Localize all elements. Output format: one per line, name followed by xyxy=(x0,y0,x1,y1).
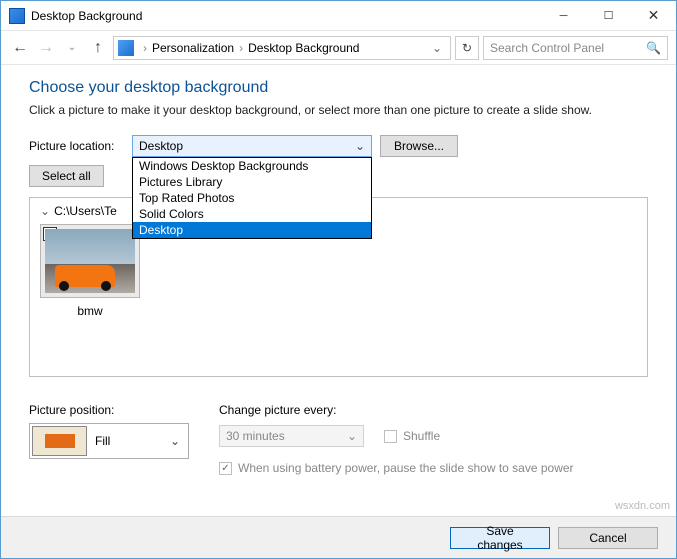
battery-checkbox: ✓ xyxy=(219,462,232,475)
page-description: Click a picture to make it your desktop … xyxy=(29,103,648,117)
title-bar: Desktop Background ─ ☐ ✕ xyxy=(1,1,676,31)
thumbnail-image xyxy=(45,229,135,293)
picture-thumbnail[interactable]: ✓ bmw xyxy=(40,224,140,320)
browse-button[interactable]: Browse... xyxy=(380,135,458,157)
thumbnail-label: bmw xyxy=(40,298,140,320)
breadcrumb-item[interactable]: Personalization xyxy=(152,41,234,55)
nav-bar: ← → ⌄ ↑ › Personalization › Desktop Back… xyxy=(1,31,676,65)
location-option[interactable]: Solid Colors xyxy=(133,206,371,222)
breadcrumb-item[interactable]: Desktop Background xyxy=(248,41,359,55)
location-option[interactable]: Pictures Library xyxy=(133,174,371,190)
save-changes-button[interactable]: Save changes xyxy=(450,527,550,549)
back-arrow-icon[interactable]: ← xyxy=(9,37,31,59)
forward-arrow-icon: → xyxy=(35,37,57,59)
cancel-button[interactable]: Cancel xyxy=(558,527,658,549)
shuffle-label: Shuffle xyxy=(403,429,440,443)
position-preview-icon xyxy=(32,426,87,456)
picture-position-label: Picture position: xyxy=(29,403,189,417)
chevron-right-icon: › xyxy=(140,41,150,55)
location-option-selected[interactable]: Desktop xyxy=(133,222,371,238)
watermark: wsxdn.com xyxy=(615,500,670,512)
up-arrow-icon[interactable]: ↑ xyxy=(87,37,109,59)
chevron-down-icon: ⌄ xyxy=(355,139,365,153)
location-option[interactable]: Windows Desktop Backgrounds xyxy=(133,158,371,174)
chevron-down-icon: ⌄ xyxy=(40,204,50,218)
chevron-down-icon: ⌄ xyxy=(347,429,357,443)
footer: Save changes Cancel xyxy=(1,516,676,558)
refresh-button[interactable]: ↻ xyxy=(455,36,479,60)
recent-dropdown-icon[interactable]: ⌄ xyxy=(61,37,83,59)
page-heading: Choose your desktop background xyxy=(29,79,648,97)
search-placeholder: Search Control Panel xyxy=(490,41,604,55)
search-input[interactable]: Search Control Panel 🔍 xyxy=(483,36,668,60)
picture-location-label: Picture location: xyxy=(29,139,124,153)
search-icon: 🔍 xyxy=(646,41,661,55)
picture-position-select[interactable]: Fill ⌄ xyxy=(29,423,189,459)
close-button[interactable]: ✕ xyxy=(631,1,676,30)
app-icon xyxy=(9,8,25,24)
change-interval-select: 30 minutes ⌄ xyxy=(219,425,364,447)
breadcrumb[interactable]: › Personalization › Desktop Background ⌄ xyxy=(113,36,451,60)
battery-label: When using battery power, pause the slid… xyxy=(238,461,574,475)
change-interval-value: 30 minutes xyxy=(226,429,285,443)
picture-location-value: Desktop xyxy=(139,139,183,153)
maximize-button[interactable]: ☐ xyxy=(586,1,631,30)
picture-location-combo[interactable]: Desktop ⌄ Windows Desktop Backgrounds Pi… xyxy=(132,135,372,157)
content-area: Choose your desktop background Click a p… xyxy=(1,65,676,387)
picture-location-dropdown: Windows Desktop Backgrounds Pictures Lib… xyxy=(132,157,372,239)
chevron-down-icon: ⌄ xyxy=(170,434,180,448)
select-all-button[interactable]: Select all xyxy=(29,165,104,187)
control-panel-icon xyxy=(118,40,134,56)
window-title: Desktop Background xyxy=(31,9,541,23)
bottom-controls: Picture position: Fill ⌄ Change picture … xyxy=(1,387,676,475)
folder-path: C:\Users\Te xyxy=(54,204,117,218)
minimize-button[interactable]: ─ xyxy=(541,1,586,30)
picture-position-value: Fill xyxy=(95,434,110,448)
chevron-right-icon: › xyxy=(236,41,246,55)
location-option[interactable]: Top Rated Photos xyxy=(133,190,371,206)
shuffle-checkbox xyxy=(384,430,397,443)
change-interval-label: Change picture every: xyxy=(219,403,574,417)
chevron-down-icon[interactable]: ⌄ xyxy=(432,41,446,55)
